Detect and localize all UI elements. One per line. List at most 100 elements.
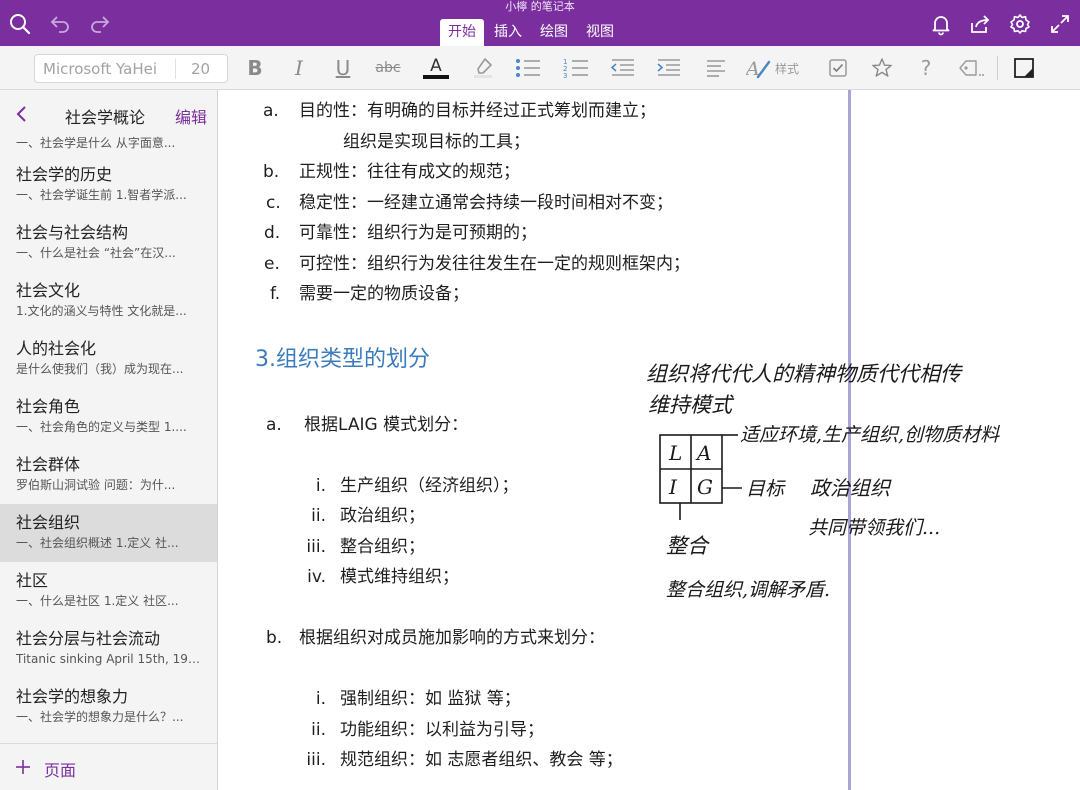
font-color-swatch xyxy=(423,75,449,79)
share-icon[interactable] xyxy=(968,12,992,36)
bold-button[interactable]: B xyxy=(244,55,266,81)
toolbar-divider xyxy=(997,56,998,80)
list-marker: a. xyxy=(266,415,282,435)
list-item: e. 可控性：组织行为发往往发生在一定的规则框架内； xyxy=(264,252,690,276)
ink-note-i2: 整合组织,调解矛盾. xyxy=(666,579,830,601)
star-tag-icon[interactable] xyxy=(870,55,894,81)
align-icon[interactable] xyxy=(704,55,728,81)
highlighter-icon[interactable] xyxy=(470,55,496,81)
italic-button[interactable]: I xyxy=(288,55,310,81)
ink-note-g3: 共同带领我们... xyxy=(808,517,940,539)
list-marker: i. xyxy=(315,476,326,496)
font-picker-divider xyxy=(175,59,176,79)
font-size-value[interactable]: 20 xyxy=(191,60,210,78)
page-item-title: 社会学的历史 xyxy=(16,165,113,184)
tab-view[interactable]: 视图 xyxy=(578,19,622,46)
sub-list-item: iii. 规范组织：如 志愿者组织、教会 等； xyxy=(304,748,622,772)
page-item-title: 社会群体 xyxy=(16,455,81,474)
page-item[interactable]: 社会文化 1.文化的涵义与特性 文化就是... xyxy=(0,272,217,330)
tab-draw[interactable]: 绘图 xyxy=(532,19,576,46)
list-marker: i. xyxy=(315,689,326,709)
ink-note-g2: 政治组织 xyxy=(810,476,892,500)
page-item-selected[interactable]: 社会组织 一、社会组织概述 1.定义 社... xyxy=(0,504,217,562)
list-text: 强制组织：如 监狱 等； xyxy=(340,689,521,709)
back-chevron-icon[interactable] xyxy=(14,104,30,124)
page-item-title: 社会组织 xyxy=(16,513,81,532)
sub-list-item: ii. 政治组织； xyxy=(304,504,425,528)
svg-text:3: 3 xyxy=(563,72,567,80)
edit-button[interactable]: 编辑 xyxy=(175,104,207,128)
expand-icon[interactable] xyxy=(1048,12,1072,36)
font-color-button[interactable]: A xyxy=(422,55,450,81)
styles-button[interactable]: A 样式 xyxy=(746,55,808,81)
page-item-preview: 一、社会角色的定义与类型 1.... xyxy=(16,420,187,434)
list-text: 根据组织对成员施加影响的方式来划分： xyxy=(299,628,605,648)
bullet-list-icon[interactable] xyxy=(514,55,542,81)
sub-list-item: ii. 功能组织：以利益为引导； xyxy=(304,718,544,742)
page-item-title: 社会学的想象力 xyxy=(16,687,129,706)
tab-home[interactable]: 开始 xyxy=(440,19,484,46)
list-item: d. 可靠性：组织行为是可预期的； xyxy=(264,221,537,245)
list-marker: a. xyxy=(263,101,279,121)
list-text: 功能组织：以利益为引导； xyxy=(340,720,544,740)
indent-icon[interactable] xyxy=(654,55,682,81)
page-item[interactable]: 社会学的想象力 一、社会学的想象力是什么？... xyxy=(0,678,217,736)
pages-sidebar: 社会学概论 编辑 一、社会学是什么 从字面意... 社会学的历史 一、社会学诞生… xyxy=(0,90,218,790)
strikethrough-button[interactable]: abc xyxy=(374,55,402,81)
ink-note-line1: 组织将代代人的精神物质代代相传 xyxy=(646,362,963,386)
page-item[interactable]: 人的社会化 是什么使我们（我）成为现在... xyxy=(0,330,217,388)
sub-list-item: i. 强制组织：如 监狱 等； xyxy=(304,687,521,711)
page-item[interactable]: 社会分层与社会流动 Titanic sinking April 15th, 19… xyxy=(0,620,217,678)
title-bar: 小檸 的笔记本 开始 插入 绘图 视图 xyxy=(0,0,1080,46)
notebook-title: 小檸 的笔记本 xyxy=(505,0,575,13)
page-item[interactable]: 社会学的历史 一、社会学诞生前 1.智者学派... xyxy=(0,156,217,214)
page-item[interactable]: 一、社会学是什么 从字面意... xyxy=(0,130,217,156)
todo-checkbox-icon[interactable] xyxy=(826,55,850,81)
page-item-title: 社会角色 xyxy=(16,397,81,416)
list-marker: iv. xyxy=(307,567,326,587)
styles-label: 样式 xyxy=(775,61,800,76)
list-text: 目的性：有明确的目标并经过正式筹划而建立； xyxy=(299,101,656,121)
list-marker: b. xyxy=(266,628,283,648)
list-marker: ii. xyxy=(311,506,326,526)
outdent-icon[interactable] xyxy=(608,55,636,81)
page-item[interactable]: 社区 一、什么是社区 1.定义 社区... xyxy=(0,562,217,620)
list-item: f. 需要一定的物质设备； xyxy=(270,282,469,306)
sticky-note-icon[interactable] xyxy=(1013,55,1035,81)
font-color-letter: A xyxy=(430,56,442,76)
font-picker[interactable]: Microsoft YaHei 20 xyxy=(34,54,228,83)
search-icon[interactable] xyxy=(8,12,32,36)
page-item[interactable]: 社会与社会结构 一、什么是社会 “社会”在汉... xyxy=(0,214,217,272)
ink-note-i: 整合 xyxy=(666,534,710,558)
page-list: 一、社会学是什么 从字面意... 社会学的历史 一、社会学诞生前 1.智者学派.… xyxy=(0,130,217,736)
list-text: 生产组织（经济组织）； xyxy=(340,476,519,496)
list-text: 正规性：往往有成文的规范； xyxy=(299,162,520,182)
page-item-preview: Titanic sinking April 15th, 191... xyxy=(16,652,203,666)
ink-note-line2: 维持模式 xyxy=(648,393,735,417)
sub-list-item: iv. 模式维持组织； xyxy=(304,565,459,589)
page-item-preview: 罗伯斯山洞试验 问题：为什... xyxy=(16,478,176,492)
undo-icon[interactable] xyxy=(48,12,72,36)
numbered-list-icon[interactable]: 123 xyxy=(562,55,590,81)
page-item-preview: 1.文化的涵义与特性 文化就是... xyxy=(16,304,187,318)
sub-list-item: i. 生产组织（经济组织）； xyxy=(304,474,519,498)
list-text: 模式维持组织； xyxy=(340,567,459,587)
page-item[interactable]: 社会角色 一、社会角色的定义与类型 1.... xyxy=(0,388,217,446)
page-item-title: 社区 xyxy=(16,571,49,590)
add-page-button[interactable]: 页面 xyxy=(0,743,217,790)
gear-icon[interactable] xyxy=(1008,12,1032,36)
page-item-title: 人的社会化 xyxy=(16,339,97,358)
redo-icon[interactable] xyxy=(88,12,112,36)
tags-icon[interactable] xyxy=(957,55,985,81)
list-marker: d. xyxy=(264,223,281,243)
tab-insert[interactable]: 插入 xyxy=(486,19,530,46)
question-tag-icon[interactable]: ? xyxy=(916,55,936,81)
note-canvas[interactable]: a. 目的性：有明确的目标并经过正式筹划而建立； 组织是实现目标的工具； b. 正规… xyxy=(218,90,1080,790)
list-text: 根据LAIG 模式划分： xyxy=(304,415,469,435)
underline-button[interactable]: U xyxy=(332,55,354,81)
ribbon-tabs: 开始 插入 绘图 视图 xyxy=(440,19,624,46)
page-item[interactable]: 社会群体 罗伯斯山洞试验 问题：为什... xyxy=(0,446,217,504)
list-marker: iii. xyxy=(306,537,326,557)
list-item: a. 根据LAIG 模式划分： xyxy=(266,413,468,437)
bell-icon[interactable] xyxy=(929,12,953,36)
